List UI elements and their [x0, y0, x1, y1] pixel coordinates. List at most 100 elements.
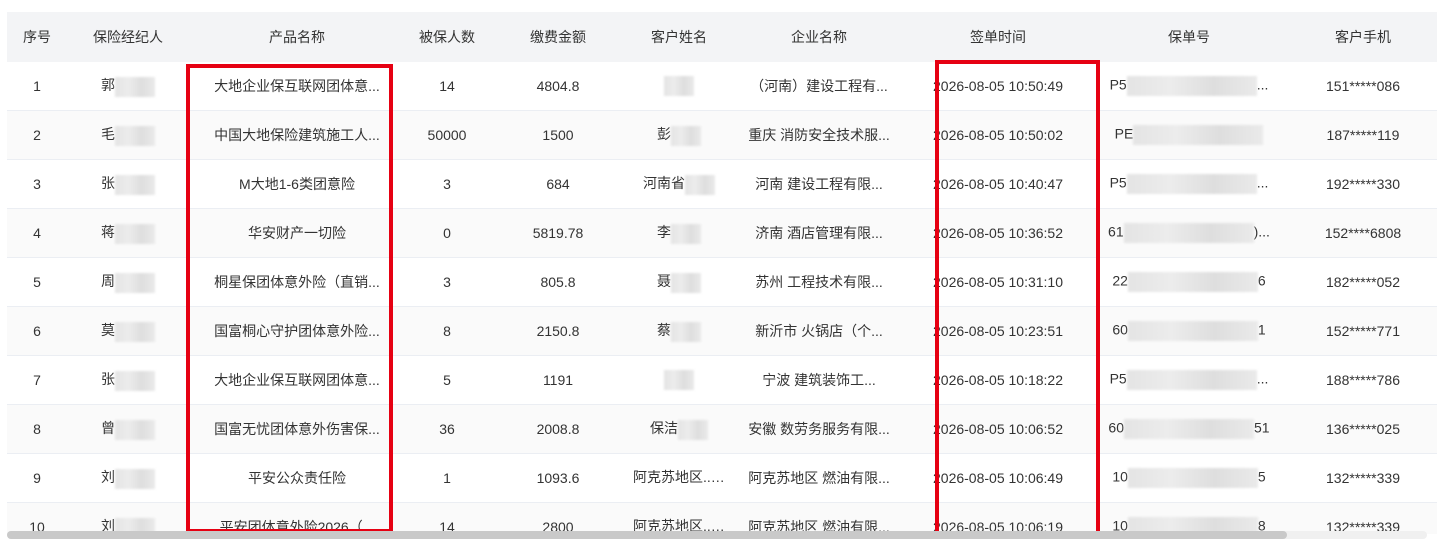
cell-broker-text: 刘	[101, 469, 115, 486]
cell-sign-time: 2026-08-05 10:40:47	[907, 159, 1089, 209]
cell-sign-time-text: 2026-08-05 10:36:52	[933, 225, 1063, 241]
cell-customer-text: 蔡	[657, 322, 671, 339]
table-row[interactable]: 2 毛 中国大地保险建筑施工人... 50000 1500 彭 重庆 消防安全技术服... 2…	[7, 110, 1437, 160]
cell-broker: 莫	[67, 306, 189, 356]
cell-policy-no-text: P5	[1109, 174, 1127, 191]
table-row[interactable]: 1 郭 大地企业保互联网团体意... 14 4804.8 （河南）建设工程有... 2026…	[7, 62, 1437, 111]
cell-sign-time: 2026-08-05 10:06:49	[907, 453, 1089, 503]
cell-index: 2	[7, 110, 67, 160]
cell-phone-text: 136*****025	[1326, 421, 1400, 437]
header-index[interactable]: 序号	[7, 12, 67, 62]
cell-amount: 2008.8	[489, 404, 627, 454]
redacted-mask	[678, 419, 708, 440]
cell-broker-text: 毛	[101, 126, 115, 143]
cell-insured-count: 3	[405, 159, 489, 209]
cell-policy-no: P5...	[1089, 62, 1289, 111]
policy-table: 序号 保险经纪人 产品名称 被保人数 缴费金额 客户姓名 企业名称 签单时间 保…	[7, 12, 1437, 534]
header-insured-count[interactable]: 被保人数	[405, 12, 489, 62]
cell-insured-count: 14	[405, 502, 489, 534]
table-row[interactable]: 5 周 桐星保团体意外险（直销... 3 805.8 聂 苏州 工程技术有限... 2026-…	[7, 257, 1437, 307]
table-row[interactable]: 4 蒋 华安财产一切险 0 5819.78 李 济南 酒店管理有限... 2026-08-05…	[7, 208, 1437, 258]
cell-insured-count: 0	[405, 208, 489, 258]
cell-phone: 151*****086	[1289, 62, 1437, 111]
cell-index: 9	[7, 453, 67, 503]
cell-insured-count-text: 5	[443, 372, 451, 388]
cell-customer-text: 聂	[657, 273, 671, 290]
redacted-mask	[1126, 76, 1257, 96]
cell-index-text: 2	[33, 127, 41, 143]
cell-insured-count-text: 1	[443, 470, 451, 486]
cell-index-text: 4	[33, 225, 41, 241]
redacted-mask	[1127, 468, 1258, 488]
cell-policy-no: P5...	[1089, 159, 1289, 209]
cell-amount: 2800	[489, 502, 627, 534]
cell-sign-time: 2026-08-05 10:06:19	[907, 502, 1089, 534]
cell-policy-no-tail: )...	[1253, 223, 1270, 240]
cell-policy-no-tail: ...	[1256, 370, 1269, 387]
header-policy-no[interactable]: 保单号	[1089, 12, 1289, 62]
cell-policy-no: 10 5	[1089, 453, 1289, 503]
table-row[interactable]: 8 曾 国富无忧团体意外伤害保... 36 2008.8 保洁 安徽 数劳务服务有限... 2…	[7, 404, 1437, 454]
cell-policy-no: P5...	[1089, 355, 1289, 405]
table-row[interactable]: 7 张 大地企业保互联网团体意... 5 1191 宁波 建筑装饰工... 2026-08-…	[7, 355, 1437, 405]
cell-product-text: 中国大地保险建筑施工人...	[214, 127, 380, 143]
header-broker[interactable]: 保险经纪人	[67, 12, 189, 62]
cell-customer-text: 保洁	[650, 420, 678, 437]
cell-product: 大地企业保互联网团体意...	[189, 355, 405, 405]
cell-amount-text: 4804.8	[536, 78, 580, 94]
scrollbar-thumb[interactable]	[7, 531, 1287, 539]
cell-index: 10	[7, 502, 67, 534]
cell-broker-text: 郭	[101, 77, 115, 94]
cell-policy-no-tail: ...	[1256, 174, 1269, 191]
cell-amount-text: 1191	[542, 372, 574, 388]
cell-company-text: 苏州 工程技术有限...	[755, 274, 883, 290]
cell-policy-no: 61)...	[1089, 208, 1289, 258]
cell-company: 阿克苏地区 燃油有限...	[731, 502, 907, 534]
horizontal-scrollbar[interactable]	[7, 531, 1427, 539]
table-row[interactable]: 3 张 M大地1-6类团意险 3 684 河南省 河南 建设工程有限... 2026-08-0…	[7, 159, 1437, 209]
cell-index: 5	[7, 257, 67, 307]
cell-company-text: （河南）建设工程有...	[750, 78, 888, 94]
data-table-container: 序号 保险经纪人 产品名称 被保人数 缴费金额 客户姓名 企业名称 签单时间 保…	[7, 12, 1437, 534]
cell-phone: 188*****786	[1289, 355, 1437, 405]
cell-phone: 136*****025	[1289, 404, 1437, 454]
cell-company-text: 河南 建设工程有限...	[755, 176, 883, 192]
cell-company: （河南）建设工程有...	[731, 62, 907, 111]
cell-company: 苏州 工程技术有限...	[731, 257, 907, 307]
cell-policy-no-tail: 6	[1257, 272, 1266, 289]
header-customer[interactable]: 客户姓名	[627, 12, 731, 62]
header-phone[interactable]: 客户手机	[1289, 12, 1437, 62]
cell-product-text: 国富桐心守护团体意外险...	[214, 323, 380, 339]
cell-index: 4	[7, 208, 67, 258]
cell-customer	[627, 62, 731, 111]
cell-company: 重庆 消防安全技术服...	[731, 110, 907, 160]
cell-phone-text: 182*****052	[1326, 274, 1400, 290]
table-row[interactable]: 10 刘平安团体意外险2026（... 14 2800 阿克苏地区... 阿克苏地区 燃油…	[7, 502, 1437, 534]
cell-broker: 张	[67, 355, 189, 405]
cell-index-text: 8	[33, 421, 41, 437]
cell-product: 中国大地保险建筑施工人...	[189, 110, 405, 160]
cell-customer: 李	[627, 208, 731, 258]
cell-sign-time-text: 2026-08-05 10:31:10	[933, 274, 1063, 290]
cell-insured-count-text: 3	[443, 274, 451, 290]
cell-amount: 5819.78	[489, 208, 627, 258]
header-company[interactable]: 企业名称	[731, 12, 907, 62]
cell-policy-no-tail: 1	[1257, 321, 1266, 338]
redacted-mask	[115, 468, 155, 489]
cell-sign-time-text: 2026-08-05 10:50:49	[933, 78, 1063, 94]
cell-phone: 187*****119	[1289, 110, 1437, 160]
header-sign-time[interactable]: 签单时间	[907, 12, 1089, 62]
cell-broker-text: 张	[101, 371, 115, 388]
header-amount[interactable]: 缴费金额	[489, 12, 627, 62]
table-row[interactable]: 9 刘 平安公众责任险 1 1093.6 阿克苏地区... 阿克苏地区 燃油有限... 202…	[7, 453, 1437, 503]
header-product[interactable]: 产品名称	[189, 12, 405, 62]
table-row[interactable]: 6 莫 国富桐心守护团体意外险... 8 2150.8 蔡 新沂市 火锅店（个... 2026…	[7, 306, 1437, 356]
redacted-mask	[1123, 223, 1254, 243]
cell-phone: 192*****330	[1289, 159, 1437, 209]
redacted-mask	[115, 125, 155, 146]
redacted-mask	[671, 223, 701, 244]
cell-policy-no-text: P5	[1109, 370, 1127, 387]
cell-customer: 阿克苏地区...	[627, 453, 731, 503]
cell-phone: 132*****339	[1289, 502, 1437, 534]
cell-broker-text: 蒋	[101, 224, 115, 241]
